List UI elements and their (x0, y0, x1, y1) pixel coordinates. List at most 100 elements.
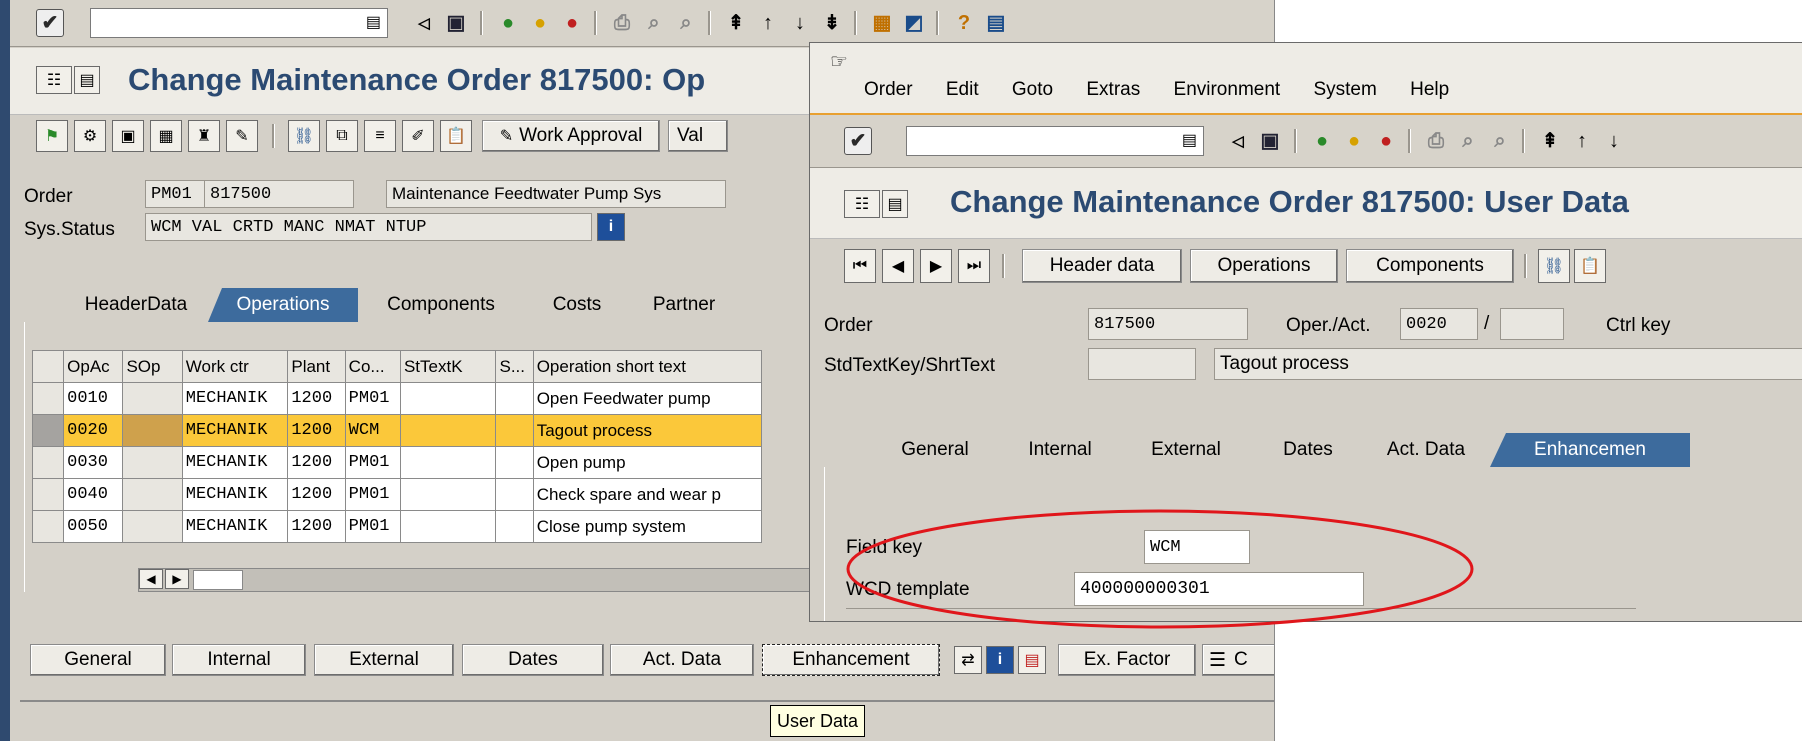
copy-icon[interactable]: ⧉ (326, 120, 358, 152)
back-arrow-icon[interactable]: ◁ (1224, 127, 1252, 155)
row-select-header[interactable] (31, 350, 65, 383)
scroll-left-icon[interactable]: ◀ (139, 569, 163, 589)
menu-toggle-icon[interactable]: ▤ (882, 190, 908, 218)
back-arrow-icon[interactable]: ◁ (410, 9, 438, 37)
check-icon[interactable]: ✔ (36, 9, 64, 37)
col-sop[interactable]: SOp (122, 350, 183, 383)
components-button[interactable]: Components (1346, 249, 1514, 283)
first-page-icon[interactable]: ⇞ (722, 9, 750, 37)
create-session-icon[interactable]: ▦ (868, 9, 896, 37)
flag-icon[interactable]: ⚑ (36, 120, 68, 152)
menu-extras[interactable]: Extras (1086, 79, 1140, 100)
structure-icon[interactable]: ⛓ (1538, 249, 1570, 283)
row-selector[interactable] (31, 414, 65, 447)
horizontal-scrollbar[interactable]: ◀ ▶ (138, 568, 820, 592)
col-s[interactable]: S... (495, 350, 534, 383)
col-opac[interactable]: OpAc (63, 350, 124, 383)
ex-factor-button[interactable]: Ex. Factor (1058, 644, 1196, 676)
exit-icon[interactable]: ● (1340, 127, 1368, 155)
col-plant[interactable]: Plant (287, 350, 346, 383)
tab-partner[interactable]: Partner (634, 288, 734, 322)
row-selector[interactable] (31, 382, 65, 415)
print-preview-icon[interactable]: ▤ (1018, 646, 1046, 674)
print-icon[interactable]: ⎙ (608, 9, 636, 37)
header-data-button[interactable]: Header data (1022, 249, 1182, 283)
check-icon[interactable]: ✔ (844, 127, 872, 155)
calculator-icon[interactable]: ▦ (150, 120, 182, 152)
display-icon[interactable]: ▣ (112, 120, 144, 152)
table-row-selected[interactable]: 0020 MECHANIK 1200 WCM Tagout process (31, 414, 763, 447)
find-next-icon[interactable]: ⌕ (672, 9, 700, 37)
info-icon[interactable]: i (597, 213, 625, 241)
next-page-icon[interactable]: ↓ (786, 9, 814, 37)
val-button[interactable]: Val (668, 120, 728, 152)
menu-goto[interactable]: Goto (1012, 79, 1053, 100)
last-page-icon[interactable]: ⇟ (818, 9, 846, 37)
table-row[interactable]: 0040 MECHANIK 1200 PM01 Check spare and … (31, 478, 763, 511)
c-button[interactable]: ☰ C (1202, 644, 1274, 676)
structure-icon[interactable]: ⛓ (288, 120, 320, 152)
prev-record-icon[interactable]: ◀ (882, 249, 914, 283)
table-row[interactable]: 0030 MECHANIK 1200 PM01 Open pump (31, 446, 763, 479)
tab-dates[interactable]: Dates (1254, 433, 1362, 467)
command-field[interactable]: ▤ (906, 126, 1204, 156)
menu-environment[interactable]: Environment (1174, 79, 1281, 100)
table-row[interactable]: 0010 MECHANIK 1200 PM01 Open Feedwater p… (31, 382, 763, 415)
tab-general[interactable]: General (872, 433, 998, 467)
row-selector[interactable] (31, 478, 65, 511)
enhancement-button[interactable]: Enhancement (762, 644, 940, 676)
menu-system[interactable]: System (1313, 79, 1376, 100)
external-button[interactable]: External (314, 644, 454, 676)
table-row[interactable]: 0050 MECHANIK 1200 PM01 Close pump syste… (31, 510, 763, 543)
act-data-button[interactable]: Act. Data (610, 644, 754, 676)
next-page-icon[interactable]: ↓ (1600, 127, 1628, 155)
next-record-icon[interactable]: ▶ (920, 249, 952, 283)
back-icon[interactable]: ● (1308, 127, 1336, 155)
row-selector[interactable] (31, 446, 65, 479)
find-icon[interactable]: ⌕ (640, 9, 668, 37)
tab-operations[interactable]: Operations (208, 288, 358, 322)
col-workctr[interactable]: Work ctr (181, 350, 289, 383)
save-icon[interactable]: ▣ (1256, 127, 1284, 155)
tab-costs[interactable]: Costs (524, 288, 630, 322)
clipboard-icon[interactable]: 📋 (1574, 249, 1606, 283)
command-field[interactable]: ▤ (90, 8, 388, 38)
work-approval-button[interactable]: ✎ Work Approval (482, 120, 660, 152)
menu-icon[interactable]: ☷ (36, 66, 72, 94)
cancel-icon[interactable]: ● (558, 9, 586, 37)
col-sttextk[interactable]: StTextK (399, 350, 497, 383)
window-menu-icon[interactable]: ☞ (830, 49, 848, 74)
cancel-icon[interactable]: ● (1372, 127, 1400, 155)
text-icon[interactable]: ≡ (364, 120, 396, 152)
prev-page-icon[interactable]: ↑ (754, 9, 782, 37)
shortcut-icon[interactable]: ◩ (900, 9, 928, 37)
general-button[interactable]: General (30, 644, 166, 676)
tab-act-data[interactable]: Act. Data (1366, 433, 1486, 467)
row-selector[interactable] (31, 510, 65, 543)
menu-help[interactable]: Help (1410, 79, 1449, 100)
prev-page-icon[interactable]: ↑ (1568, 127, 1596, 155)
tab-internal[interactable]: Internal (1002, 433, 1118, 467)
back-icon[interactable]: ● (494, 9, 522, 37)
scroll-thumb[interactable] (193, 570, 243, 590)
save-icon[interactable]: ▣ (442, 9, 470, 37)
tab-external[interactable]: External (1122, 433, 1250, 467)
col-co[interactable]: Co... (344, 350, 401, 383)
last-record-icon[interactable]: ⏭ (958, 249, 990, 283)
dates-button[interactable]: Dates (462, 644, 604, 676)
menu-edit[interactable]: Edit (946, 79, 979, 100)
exit-icon[interactable]: ● (526, 9, 554, 37)
edit-icon[interactable]: ✐ (402, 120, 434, 152)
first-record-icon[interactable]: ⏮ (844, 249, 876, 283)
help-icon[interactable]: ? (950, 9, 978, 37)
hierarchy-icon[interactable]: ♜ (188, 120, 220, 152)
tab-headerdata[interactable]: HeaderData (64, 288, 208, 322)
tab-components[interactable]: Components (362, 288, 520, 322)
first-page-icon[interactable]: ⇞ (1536, 127, 1564, 155)
menu-toggle-icon[interactable]: ▤ (74, 66, 100, 94)
menu-icon[interactable]: ☷ (844, 190, 880, 218)
find-next-icon[interactable]: ⌕ (1486, 127, 1514, 155)
internal-button[interactable]: Internal (172, 644, 306, 676)
info-icon[interactable]: i (986, 646, 1014, 674)
notes-icon[interactable]: ✎ (226, 120, 258, 152)
